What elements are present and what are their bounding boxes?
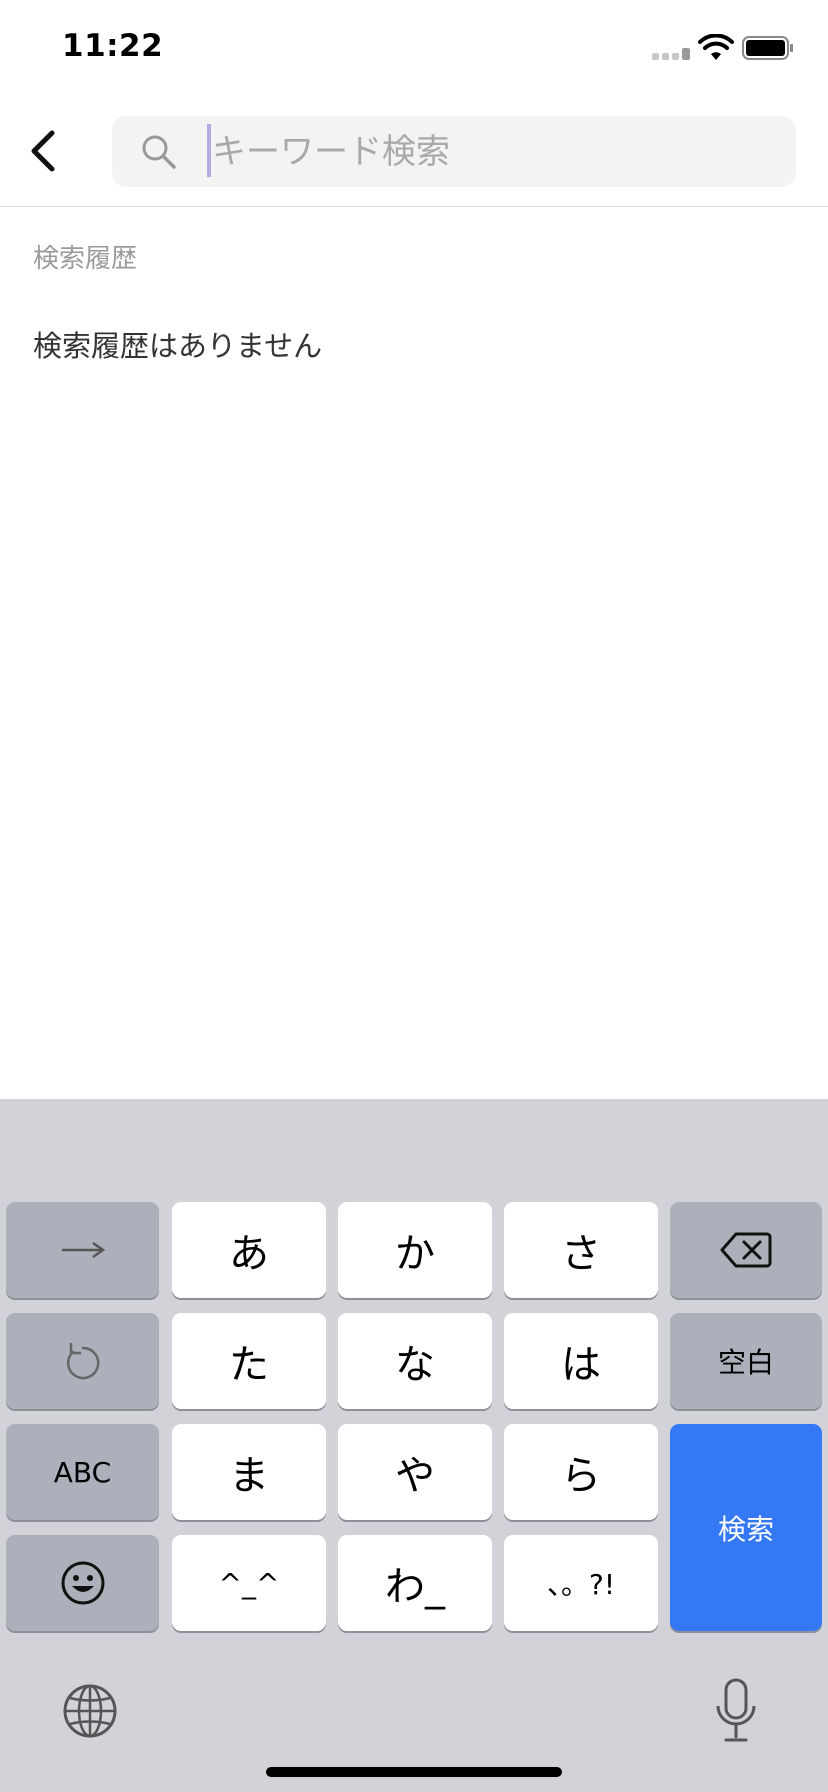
next-candidate-key[interactable]: [6, 1202, 159, 1298]
status-bar: 11:22: [0, 0, 828, 100]
key-na[interactable]: な: [338, 1313, 492, 1409]
key-sa[interactable]: さ: [504, 1202, 658, 1298]
emoji-key[interactable]: [6, 1535, 159, 1631]
globe-icon[interactable]: [62, 1683, 118, 1739]
key-wa[interactable]: わ_: [338, 1535, 492, 1631]
battery-icon: [742, 36, 793, 60]
undo-icon: [66, 1342, 99, 1380]
chevron-left-icon: [31, 130, 55, 172]
key-a[interactable]: あ: [172, 1202, 326, 1298]
search-header: [0, 100, 828, 207]
search-icon: [142, 135, 176, 169]
wifi-icon: [698, 34, 734, 60]
abc-key[interactable]: ABC: [6, 1424, 159, 1520]
key-emoticon[interactable]: ^_^: [172, 1535, 326, 1631]
search-history-title: 検索履歴: [33, 244, 138, 274]
backspace-icon: [720, 1232, 772, 1268]
arrow-right-icon: [61, 1241, 105, 1259]
delete-key[interactable]: [670, 1202, 822, 1298]
key-ma[interactable]: ま: [172, 1424, 326, 1520]
space-key[interactable]: 空白: [670, 1313, 822, 1409]
search-history-empty-message: 検索履歴はありません: [33, 329, 323, 363]
status-time: 11:22: [62, 28, 164, 64]
cellular-signal-icon: [652, 48, 690, 60]
microphone-icon[interactable]: [714, 1678, 758, 1744]
text-cursor: [207, 124, 211, 177]
search-key[interactable]: 検索: [670, 1424, 822, 1631]
key-punctuation[interactable]: 、。?!: [504, 1535, 658, 1631]
undo-key[interactable]: [6, 1313, 159, 1409]
emoji-icon: [61, 1561, 104, 1605]
search-input[interactable]: [212, 116, 772, 187]
key-ra[interactable]: ら: [504, 1424, 658, 1520]
key-ka[interactable]: か: [338, 1202, 492, 1298]
key-ta[interactable]: た: [172, 1313, 326, 1409]
home-indicator: [266, 1767, 562, 1777]
key-ha[interactable]: は: [504, 1313, 658, 1409]
back-button[interactable]: [22, 126, 62, 176]
key-ya[interactable]: や: [338, 1424, 492, 1520]
search-box[interactable]: [112, 116, 796, 187]
